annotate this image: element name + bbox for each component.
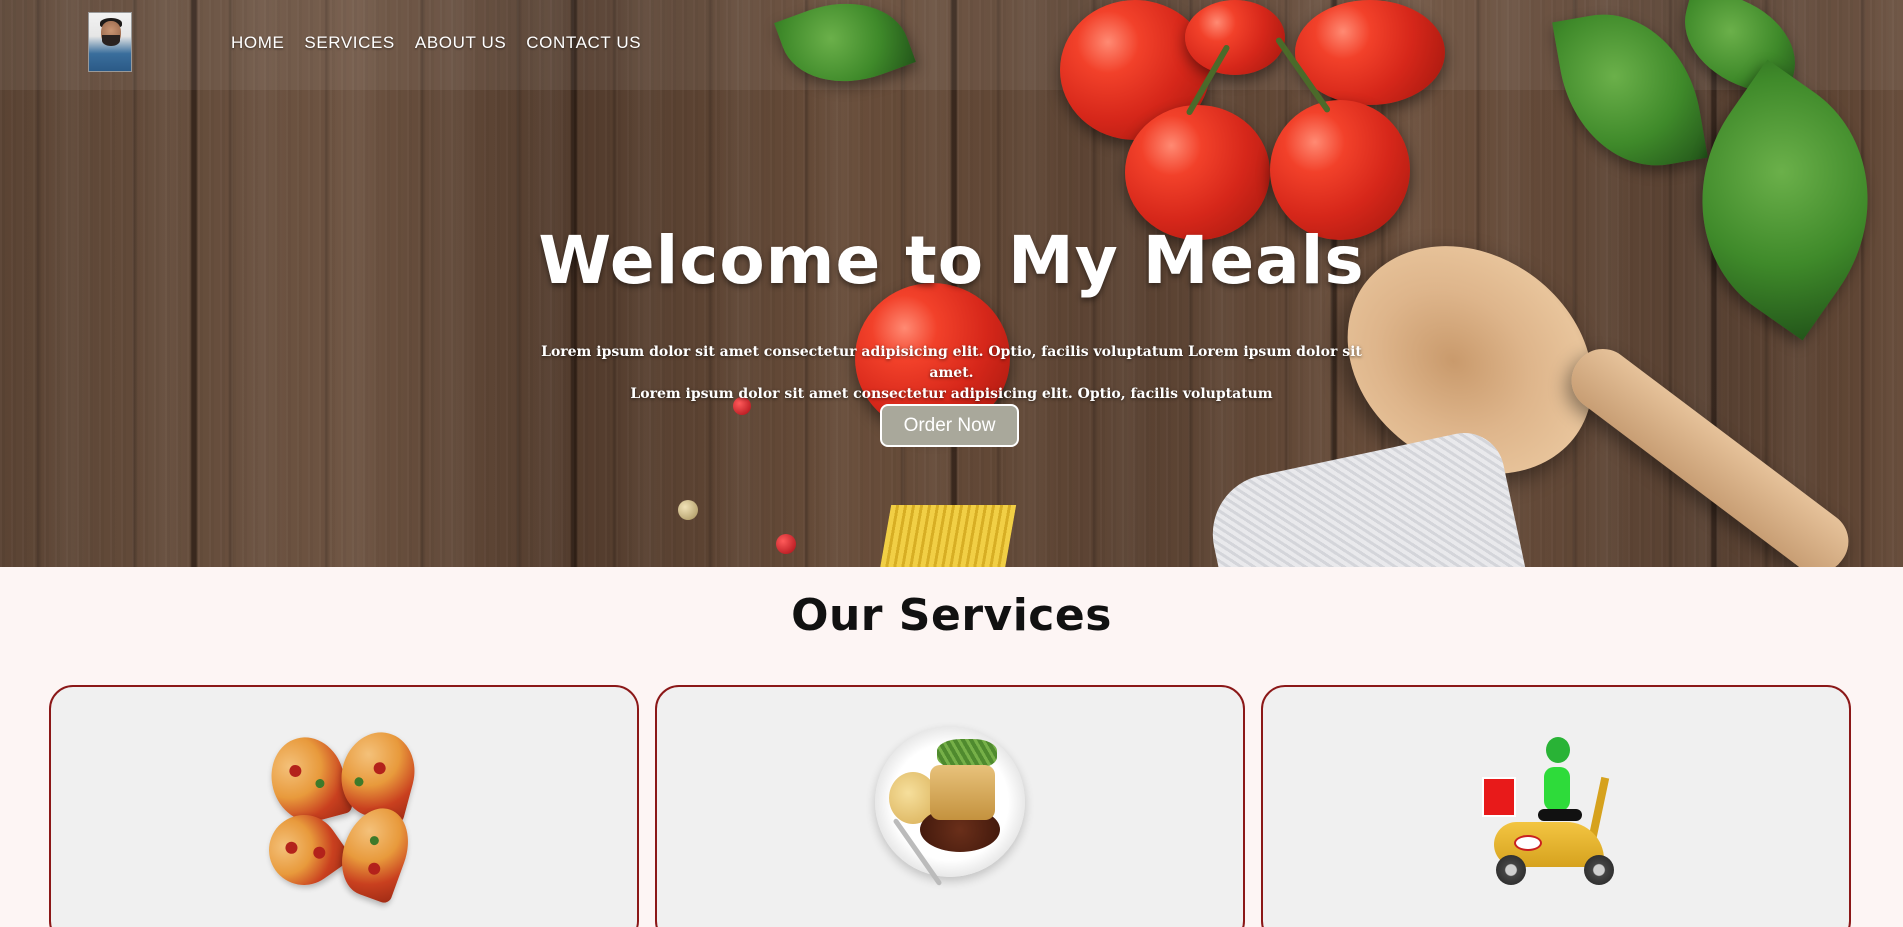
pizza-slice-icon bbox=[330, 799, 420, 905]
pizza-image bbox=[255, 724, 424, 905]
service-card[interactable] bbox=[49, 685, 639, 927]
scooter-icon bbox=[1476, 727, 1636, 897]
services-title: Our Services bbox=[791, 590, 1112, 641]
service-card[interactable] bbox=[655, 685, 1245, 927]
hero-description-line-1: Lorem ipsum dolor sit amet consectetur a… bbox=[541, 344, 1362, 381]
hero-content: Welcome to My Meals Lorem ipsum dolor si… bbox=[0, 0, 1903, 567]
pizza-slice-icon bbox=[255, 801, 353, 899]
order-now-button[interactable]: Order Now bbox=[880, 404, 1019, 447]
delivery-scooter-image bbox=[1476, 727, 1636, 897]
hero-description-line-2: Lorem ipsum dolor sit amet consectetur a… bbox=[630, 386, 1273, 402]
plate-icon bbox=[875, 727, 1025, 887]
hero-description: Lorem ipsum dolor sit amet consectetur a… bbox=[540, 342, 1363, 405]
service-card[interactable] bbox=[1261, 685, 1851, 927]
plated-meal-image bbox=[870, 727, 1030, 897]
hero-title: Welcome to My Meals bbox=[538, 222, 1365, 299]
hero-section: HOME SERVICES ABOUT US CONTACT US Welcom… bbox=[0, 0, 1903, 567]
